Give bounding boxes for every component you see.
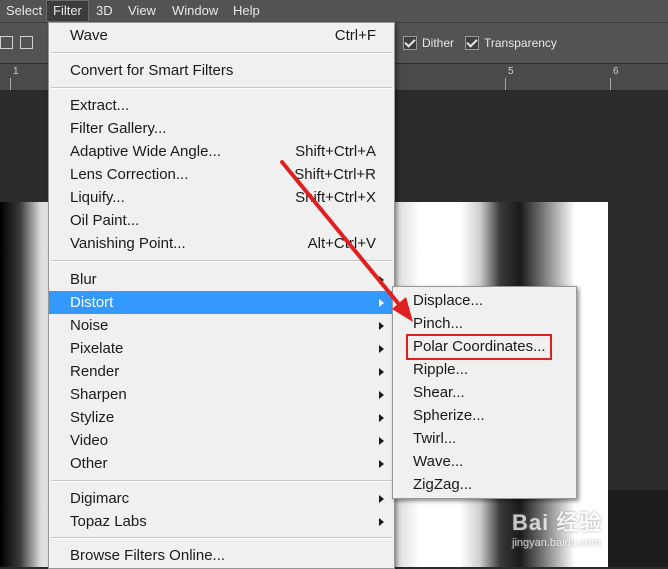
ruler-label: 1	[13, 66, 19, 77]
menu-item-extract[interactable]: Extract...	[49, 94, 394, 117]
menu-bar: Select Filter 3D View Window Help	[0, 0, 668, 23]
submenu-arrow-icon	[379, 460, 384, 468]
menu-window[interactable]: Window	[166, 0, 224, 22]
submenu-item-wave[interactable]: Wave...	[393, 450, 576, 473]
menu-item-blur[interactable]: Blur	[49, 268, 394, 291]
menu-item-convert-smart-filters[interactable]: Convert for Smart Filters	[49, 59, 394, 82]
menu-item-digimarc[interactable]: Digimarc	[49, 487, 394, 510]
submenu-arrow-icon	[379, 495, 384, 503]
ruler-label: 5	[508, 66, 514, 77]
checkbox-checked-icon	[403, 35, 417, 50]
menu-item-liquify[interactable]: Liquify... Shift+Ctrl+X	[49, 186, 394, 209]
dither-checkbox[interactable]: Dither	[403, 35, 454, 51]
submenu-item-shear[interactable]: Shear...	[393, 381, 576, 404]
menu-item-render[interactable]: Render	[49, 360, 394, 383]
submenu-arrow-icon	[379, 276, 384, 284]
submenu-item-ripple[interactable]: Ripple...	[393, 358, 576, 381]
menu-item-distort[interactable]: Distort	[49, 291, 394, 314]
menu-item-other[interactable]: Other	[49, 452, 394, 475]
menu-item-oil-paint[interactable]: Oil Paint...	[49, 209, 394, 232]
menu-separator	[51, 480, 392, 482]
menu-separator	[51, 52, 392, 54]
menu-item-adaptive-wide-angle[interactable]: Adaptive Wide Angle... Shift+Ctrl+A	[49, 140, 394, 163]
menu-select[interactable]: Select	[0, 0, 48, 22]
submenu-arrow-icon	[379, 518, 384, 526]
menu-item-topaz-labs[interactable]: Topaz Labs	[49, 510, 394, 533]
submenu-arrow-icon	[379, 368, 384, 376]
menu-3d[interactable]: 3D	[90, 0, 119, 22]
submenu-item-displace[interactable]: Displace...	[393, 289, 576, 312]
submenu-arrow-icon	[379, 322, 384, 330]
checkbox-checked-icon	[465, 35, 479, 50]
submenu-arrow-icon	[379, 414, 384, 422]
submenu-arrow-icon	[379, 299, 384, 307]
menu-separator	[51, 537, 392, 539]
submenu-item-twirl[interactable]: Twirl...	[393, 427, 576, 450]
menu-item-vanishing-point[interactable]: Vanishing Point... Alt+Ctrl+V	[49, 232, 394, 255]
menu-item-browse-filters-online[interactable]: Browse Filters Online...	[49, 544, 394, 567]
submenu-item-spherize[interactable]: Spherize...	[393, 404, 576, 427]
ruler-tick	[610, 78, 611, 90]
menu-item-lens-correction[interactable]: Lens Correction... Shift+Ctrl+R	[49, 163, 394, 186]
distort-submenu: Displace... Pinch... Polar Coordinates..…	[392, 286, 577, 499]
menu-view[interactable]: View	[122, 0, 162, 22]
filter-menu: Wave Ctrl+F Convert for Smart Filters Ex…	[48, 22, 395, 569]
submenu-arrow-icon	[379, 391, 384, 399]
tool-mode-alt-icon[interactable]	[20, 36, 33, 49]
submenu-arrow-icon	[379, 437, 384, 445]
ruler-tick	[505, 78, 506, 90]
menu-help[interactable]: Help	[227, 0, 266, 22]
annotation-highlight-box	[406, 334, 552, 360]
menu-item-video[interactable]: Video	[49, 429, 394, 452]
menu-item-sharpen[interactable]: Sharpen	[49, 383, 394, 406]
menu-item-last-filter[interactable]: Wave Ctrl+F	[49, 24, 394, 47]
menu-item-noise[interactable]: Noise	[49, 314, 394, 337]
submenu-item-pinch[interactable]: Pinch...	[393, 312, 576, 335]
menu-filter[interactable]: Filter	[46, 0, 89, 22]
tool-mode-icon[interactable]	[0, 36, 13, 49]
menu-separator	[51, 87, 392, 89]
submenu-item-zigzag[interactable]: ZigZag...	[393, 473, 576, 496]
menu-item-pixelate[interactable]: Pixelate	[49, 337, 394, 360]
ruler-label: 6	[613, 66, 619, 77]
transparency-checkbox[interactable]: Transparency	[465, 35, 557, 51]
watermark-url: jingyan.baidu.com	[512, 537, 601, 549]
ruler-tick	[10, 78, 11, 90]
watermark-logo: Bai 经验	[512, 510, 603, 535]
menu-item-stylize[interactable]: Stylize	[49, 406, 394, 429]
menu-item-filter-gallery[interactable]: Filter Gallery...	[49, 117, 394, 140]
submenu-arrow-icon	[379, 345, 384, 353]
menu-separator	[51, 260, 392, 262]
